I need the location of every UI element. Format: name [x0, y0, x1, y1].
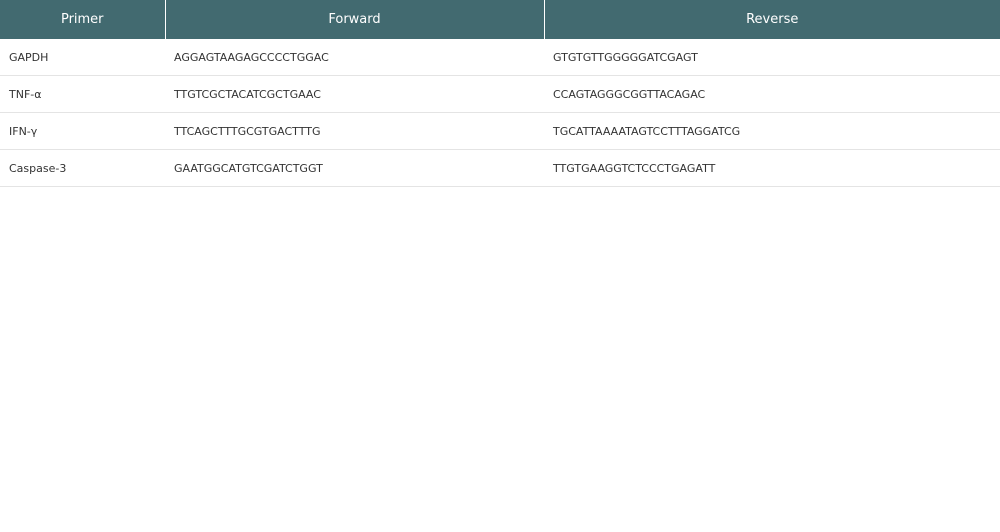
forward-sequence-cell: GAATGGCATGTCGATCTGGT [165, 149, 544, 187]
primer-name-cell: IFN-γ [0, 112, 165, 150]
reverse-sequence-cell: TGCATTAAAATAGTCCTTTAGGATCG [544, 112, 1000, 150]
table-row: IFN-γ TTCAGCTTTGCGTGACTTTG TGCATTAAAATAG… [0, 112, 1000, 150]
table-row: TNF-α TTGTCGCTACATCGCTGAAC CCAGTAGGGCGGT… [0, 75, 1000, 113]
primer-table: Primer Forward Reverse GAPDH AGGAGTAAGAG… [0, 0, 1000, 187]
primer-name-cell: Caspase-3 [0, 149, 165, 187]
column-header-reverse: Reverse [543, 0, 1000, 39]
primer-name-cell: GAPDH [0, 39, 165, 76]
forward-sequence-cell: TTGTCGCTACATCGCTGAAC [165, 75, 544, 113]
reverse-sequence-cell: CCAGTAGGGCGGTTACAGAC [544, 75, 1000, 113]
table-row: Caspase-3 GAATGGCATGTCGATCTGGT TTGTGAAGG… [0, 149, 1000, 187]
table-row: GAPDH AGGAGTAAGAGCCCCTGGAC GTGTGTTGGGGGA… [0, 39, 1000, 76]
forward-sequence-cell: TTCAGCTTTGCGTGACTTTG [165, 112, 544, 150]
forward-sequence-cell: AGGAGTAAGAGCCCCTGGAC [165, 39, 544, 76]
primer-name-cell: TNF-α [0, 75, 165, 113]
column-header-forward: Forward [164, 0, 544, 39]
reverse-sequence-cell: TTGTGAAGGTCTCCCTGAGATT [544, 149, 1000, 187]
column-header-primer: Primer [0, 0, 165, 39]
reverse-sequence-cell: GTGTGTTGGGGGATCGAGT [544, 39, 1000, 76]
table-body: GAPDH AGGAGTAAGAGCCCCTGGAC GTGTGTTGGGGGA… [0, 39, 1000, 187]
header-row: Primer Forward Reverse [0, 0, 1000, 39]
table-header: Primer Forward Reverse [0, 0, 1000, 39]
